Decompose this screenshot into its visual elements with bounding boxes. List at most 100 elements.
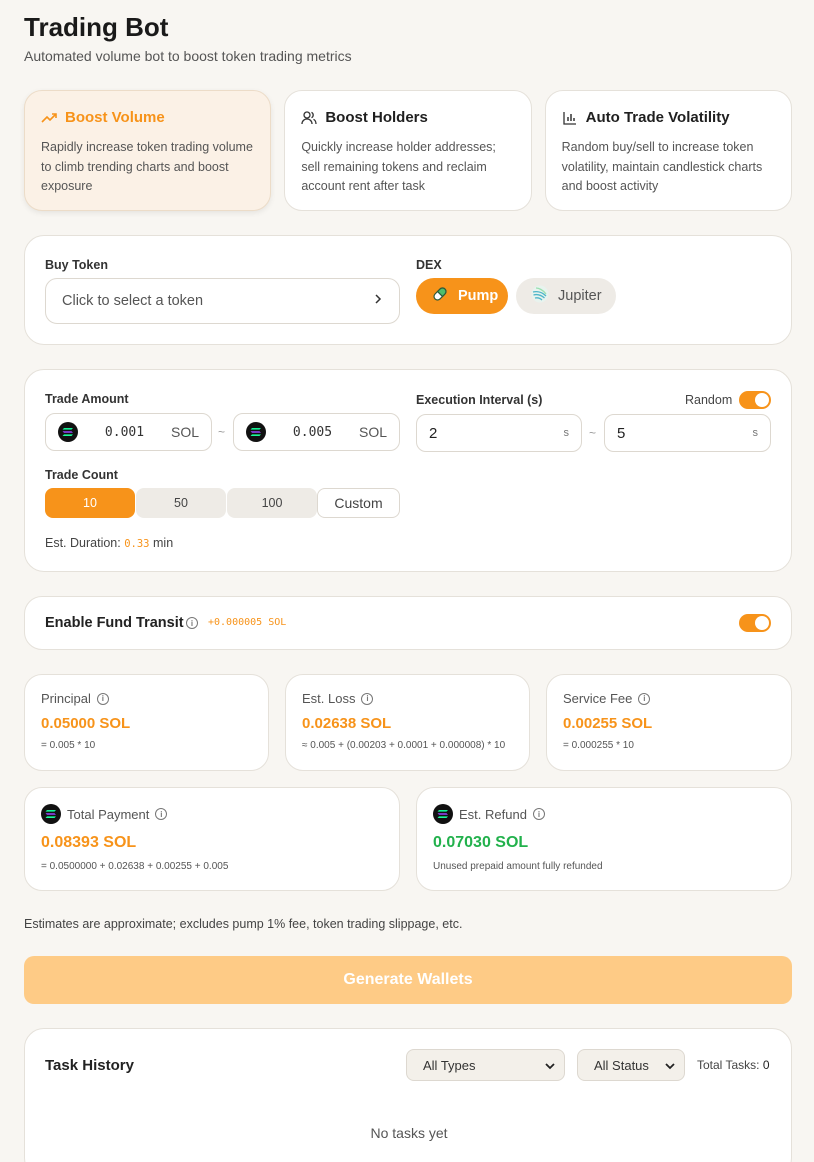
estimate-note: Estimates are approximate; excludes pump…: [24, 917, 463, 931]
solana-icon: [246, 422, 266, 442]
dex-option-jupiter[interactable]: Jupiter: [516, 278, 616, 314]
est-loss-value: 0.02638 SOL: [302, 715, 392, 732]
chevron-down-icon: [664, 1058, 676, 1073]
est-loss-formula: ≈ 0.005 + (0.00203 + 0.0001 + 0.000008) …: [302, 740, 506, 751]
info-icon[interactable]: i: [361, 692, 374, 705]
task-history-title: Task History: [45, 1057, 134, 1074]
dex-option-label: Jupiter: [558, 288, 602, 304]
total-payment-label: Total Payment: [67, 806, 150, 822]
type-filter-select[interactable]: All Types: [406, 1049, 565, 1081]
mode-label: Auto Trade Volatility: [585, 109, 730, 126]
status-filter-select[interactable]: All Status: [577, 1049, 685, 1081]
fund-transit-toggle[interactable]: [739, 614, 771, 632]
mode-card-auto-trade-volatility[interactable]: Auto Trade Volatility Random buy/sell to…: [544, 90, 792, 211]
solana-icon: [433, 804, 453, 824]
fund-transit-fee: +0.000005 SOL: [208, 617, 287, 628]
amount-unit: SOL: [170, 424, 199, 440]
info-icon[interactable]: i: [186, 617, 198, 629]
dex-option-label: Pump: [458, 288, 499, 304]
jupiter-icon: [530, 284, 550, 308]
est-refund-formula: Unused prepaid amount fully refunded: [433, 861, 603, 872]
mode-description: Rapidly increase token trading volume to…: [41, 140, 253, 193]
pill-icon: [430, 284, 450, 308]
token-select-placeholder: Click to select a token: [62, 293, 204, 309]
min-amount-value: 0.001: [104, 424, 145, 440]
mode-card-boost-holders[interactable]: Boost Holders Quickly increase holder ad…: [284, 90, 532, 211]
min-interval-input[interactable]: 2 s: [416, 414, 582, 452]
max-amount-input[interactable]: 0.005 SOL: [233, 413, 400, 451]
interval-unit: s: [563, 427, 570, 439]
mode-label: Boost Volume: [65, 109, 165, 126]
chevron-right-icon: [373, 293, 383, 309]
trade-count-custom[interactable]: Custom: [317, 488, 400, 518]
mode-card-boost-volume[interactable]: Boost Volume Rapidly increase token trad…: [24, 90, 272, 211]
trade-count-label: Trade Count: [45, 468, 118, 482]
est-refund-card: Est. Refund i 0.07030 SOL Unused prepaid…: [416, 787, 792, 891]
principal-label: Principal: [41, 691, 91, 706]
info-icon[interactable]: i: [532, 808, 545, 820]
est-loss-card: Est. Loss i 0.02638 SOL ≈ 0.005 + (0.0020…: [285, 674, 530, 771]
trade-count-10[interactable]: 10: [45, 488, 135, 518]
random-toggle[interactable]: [739, 391, 771, 409]
fund-transit-label: Enable Fund Transit: [45, 615, 184, 631]
est-loss-label: Est. Loss: [302, 691, 356, 706]
random-label: Random: [685, 393, 733, 407]
trade-count-50[interactable]: 50: [136, 488, 226, 518]
service-fee-formula: = 0.000255 * 10: [563, 740, 634, 751]
fund-transit-panel: Enable Fund Transit i +0.000005 SOL: [24, 596, 792, 650]
interval-unit: s: [752, 427, 759, 439]
principal-card: Principal i 0.05000 SOL = 0.005 * 10: [24, 674, 269, 771]
token-select[interactable]: Click to select a token: [45, 278, 400, 324]
token-dex-panel: Buy Token Click to select a token DEX Pu…: [24, 235, 792, 345]
service-fee-label: Service Fee: [563, 691, 633, 706]
min-interval-value: 2: [429, 424, 438, 442]
service-fee-card: Service Fee i 0.00255 SOL = 0.000255 * 10: [546, 674, 792, 771]
est-refund-value: 0.07030 SOL: [433, 834, 529, 851]
status-filter-value: All Status: [594, 1057, 649, 1073]
mode-description: Random buy/sell to increase token volati…: [561, 140, 763, 193]
principal-value: 0.05000 SOL: [41, 715, 131, 732]
total-payment-formula: = 0.0500000 + 0.02638 + 0.00255 + 0.005: [41, 861, 229, 872]
solana-icon: [41, 804, 61, 824]
duration-label: Est. Duration:: [45, 536, 121, 550]
duration-unit: min: [153, 536, 174, 550]
bar-chart-icon: [562, 110, 578, 126]
task-history-panel: Task History All Types All Status Total …: [24, 1028, 792, 1162]
page-title: Trading Bot: [24, 12, 169, 42]
trending-up-icon: [41, 110, 57, 126]
max-interval-input[interactable]: 5 s: [604, 414, 771, 452]
empty-state: No tasks yet: [370, 1125, 448, 1141]
info-icon[interactable]: i: [155, 808, 168, 820]
mode-description: Quickly increase holder addresses; sell …: [301, 140, 496, 193]
mode-selector: Boost Volume Rapidly increase token trad…: [24, 90, 792, 211]
est-refund-label: Est. Refund: [459, 806, 527, 822]
page-subtitle: Automated volume bot to boost token trad…: [24, 48, 352, 64]
min-amount-input[interactable]: 0.001 SOL: [45, 413, 212, 451]
trade-count-100[interactable]: 100: [227, 488, 317, 518]
mode-label: Boost Holders: [325, 109, 428, 126]
max-amount-value: 0.005: [292, 424, 333, 440]
range-separator: ~: [589, 426, 597, 440]
total-tasks: Total Tasks: 0: [697, 1058, 770, 1072]
max-interval-value: 5: [617, 424, 626, 442]
users-icon: [301, 110, 317, 126]
info-icon[interactable]: i: [638, 692, 651, 705]
amount-unit: SOL: [358, 424, 387, 440]
range-separator: ~: [218, 425, 226, 439]
info-icon[interactable]: i: [96, 692, 109, 705]
solana-icon: [58, 422, 78, 442]
chevron-down-icon: [544, 1058, 556, 1073]
duration-value: 0.33: [124, 538, 150, 550]
buy-token-label: Buy Token: [45, 258, 108, 272]
trade-settings-panel: Trade Amount 0.001 SOL ~ 0.005 SOL Execu…: [24, 369, 792, 572]
generate-wallets-button[interactable]: Generate Wallets: [24, 956, 792, 1004]
execution-interval-label: Execution Interval (s): [416, 393, 543, 407]
total-tasks-value: 0: [762, 1058, 770, 1072]
type-filter-value: All Types: [423, 1057, 476, 1073]
total-payment-card: Total Payment i 0.08393 SOL = 0.0500000 …: [24, 787, 400, 891]
total-payment-value: 0.08393 SOL: [41, 834, 137, 851]
trade-amount-label: Trade Amount: [45, 392, 129, 406]
dex-option-pump[interactable]: Pump: [416, 278, 508, 314]
principal-formula: = 0.005 * 10: [41, 740, 96, 751]
dex-label: DEX: [416, 258, 442, 272]
